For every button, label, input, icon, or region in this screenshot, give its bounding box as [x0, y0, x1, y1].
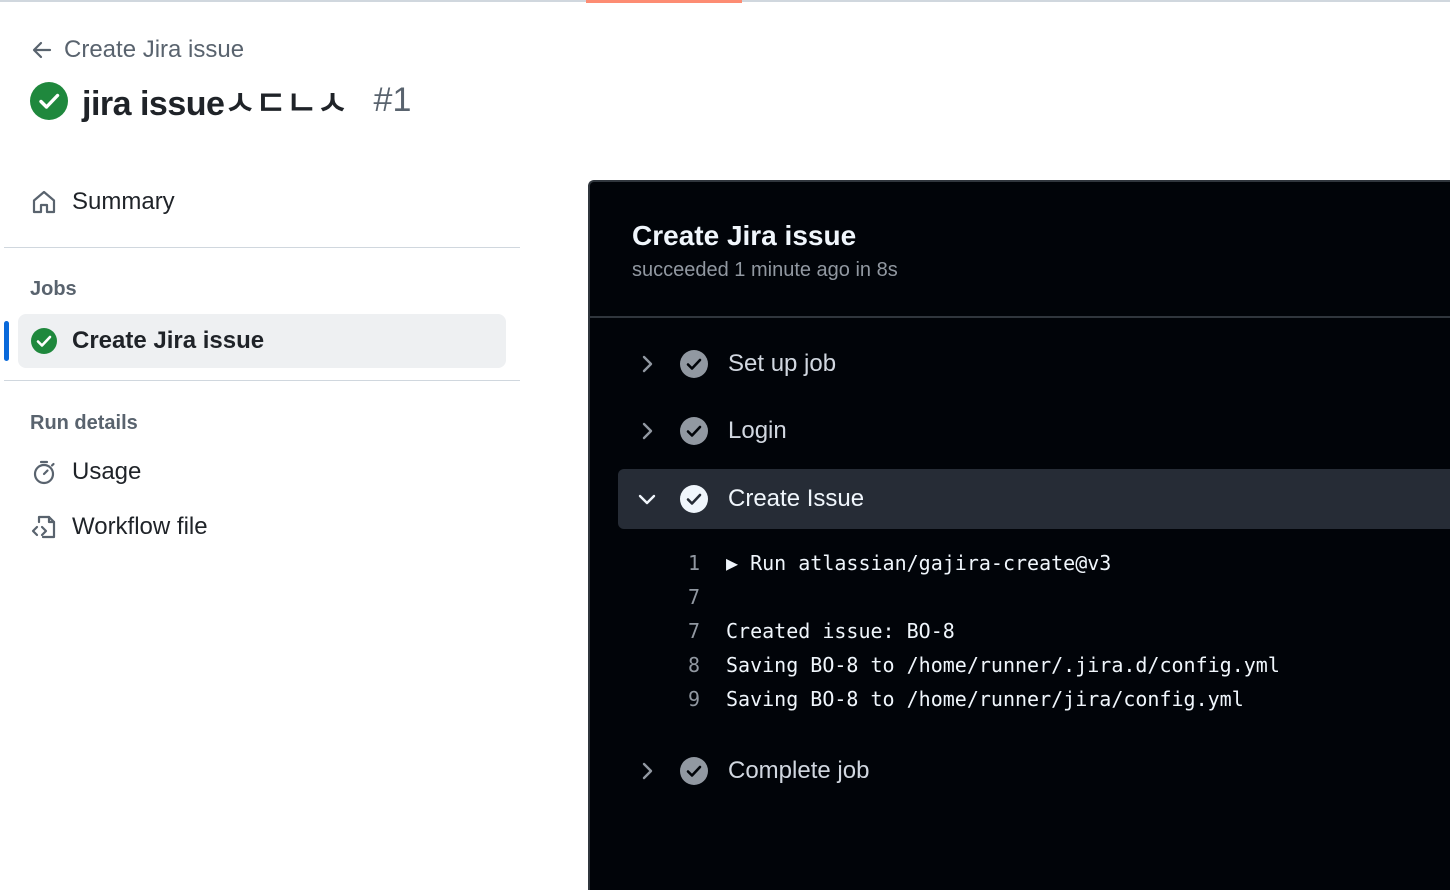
- chevron-down-icon: [638, 494, 656, 505]
- log-text: Created issue: BO-8: [726, 619, 955, 643]
- run-details-heading: Run details: [30, 412, 138, 434]
- selected-indicator: [4, 321, 9, 361]
- chevron-right-icon: [642, 422, 653, 440]
- line-number: 9: [687, 687, 700, 711]
- log-line: 7: [590, 582, 726, 612]
- job-log-panel: Create Jira issue succeeded 1 minute ago…: [588, 180, 1450, 890]
- summary-label: Summary: [72, 188, 175, 215]
- usage-label: Usage: [72, 458, 142, 485]
- top-border: [0, 0, 1450, 3]
- job-label: Create Jira issue: [72, 327, 265, 354]
- check-circle-icon: [680, 417, 708, 445]
- step-label: Create Issue: [728, 485, 865, 512]
- step-create-issue[interactable]: Create Issue: [618, 469, 1450, 529]
- chevron-right-icon: [642, 762, 653, 780]
- step-label: Complete job: [728, 757, 870, 784]
- step-label: Login: [728, 417, 787, 444]
- back-link-label: Create Jira issue: [64, 36, 245, 63]
- success-check-icon: [30, 81, 68, 120]
- log-text: Saving BO-8 to /home/runner/.jira.d/conf…: [726, 653, 1280, 677]
- step-login[interactable]: Login: [618, 401, 1450, 461]
- log-line[interactable]: 1 ▶ Run atlassian/gajira-create@v3: [590, 548, 1111, 578]
- line-number: 1: [687, 551, 700, 575]
- sidebar-item-create-jira-issue[interactable]: Create Jira issue: [4, 314, 506, 368]
- run-name: jira issueㅅㄷㄴㅅ: [82, 85, 348, 123]
- step-label: Set up job: [728, 350, 837, 377]
- check-circle-icon: [680, 485, 708, 513]
- log-line: 7 Created issue: BO-8: [590, 616, 955, 646]
- panel-divider: [590, 316, 1450, 318]
- active-tab-underline: [586, 0, 742, 3]
- check-circle-icon: [680, 757, 708, 785]
- step-complete-job[interactable]: Complete job: [618, 741, 1450, 801]
- line-number: 7: [687, 585, 700, 609]
- back-link[interactable]: Create Jira issue: [30, 36, 244, 64]
- job-status-text: succeeded 1 minute ago in 8s: [632, 259, 898, 281]
- page-title: jira issueㅅㄷㄴㅅ #1: [30, 76, 411, 125]
- log-line: 9 Saving BO-8 to /home/runner/jira/confi…: [590, 684, 1244, 714]
- log-text: Saving BO-8 to /home/runner/jira/config.…: [726, 687, 1244, 711]
- chevron-right-icon: [642, 355, 653, 373]
- sidebar-item-summary[interactable]: Summary: [30, 188, 175, 216]
- log-text: ▶ Run atlassian/gajira-create@v3: [726, 551, 1112, 575]
- sidebar-divider: [4, 247, 520, 248]
- stopwatch-icon: [33, 460, 55, 485]
- file-code-icon: [31, 515, 56, 539]
- line-number: 7: [687, 619, 700, 643]
- arrow-left-icon: [32, 41, 52, 59]
- sidebar-item-usage[interactable]: Usage: [30, 458, 141, 486]
- log-line: 8 Saving BO-8 to /home/runner/.jira.d/co…: [590, 650, 1280, 680]
- line-number: 8: [687, 653, 700, 677]
- sidebar-divider: [4, 380, 520, 381]
- sidebar-item-workflow-file[interactable]: Workflow file: [30, 513, 208, 541]
- success-check-icon: [31, 328, 57, 354]
- home-icon: [32, 190, 56, 214]
- run-number: #1: [373, 81, 412, 119]
- workflow-file-label: Workflow file: [72, 513, 208, 540]
- jobs-heading: Jobs: [30, 278, 77, 300]
- job-title: Create Jira issue: [632, 220, 857, 251]
- check-circle-icon: [680, 350, 708, 378]
- step-set-up-job[interactable]: Set up job: [618, 334, 1450, 394]
